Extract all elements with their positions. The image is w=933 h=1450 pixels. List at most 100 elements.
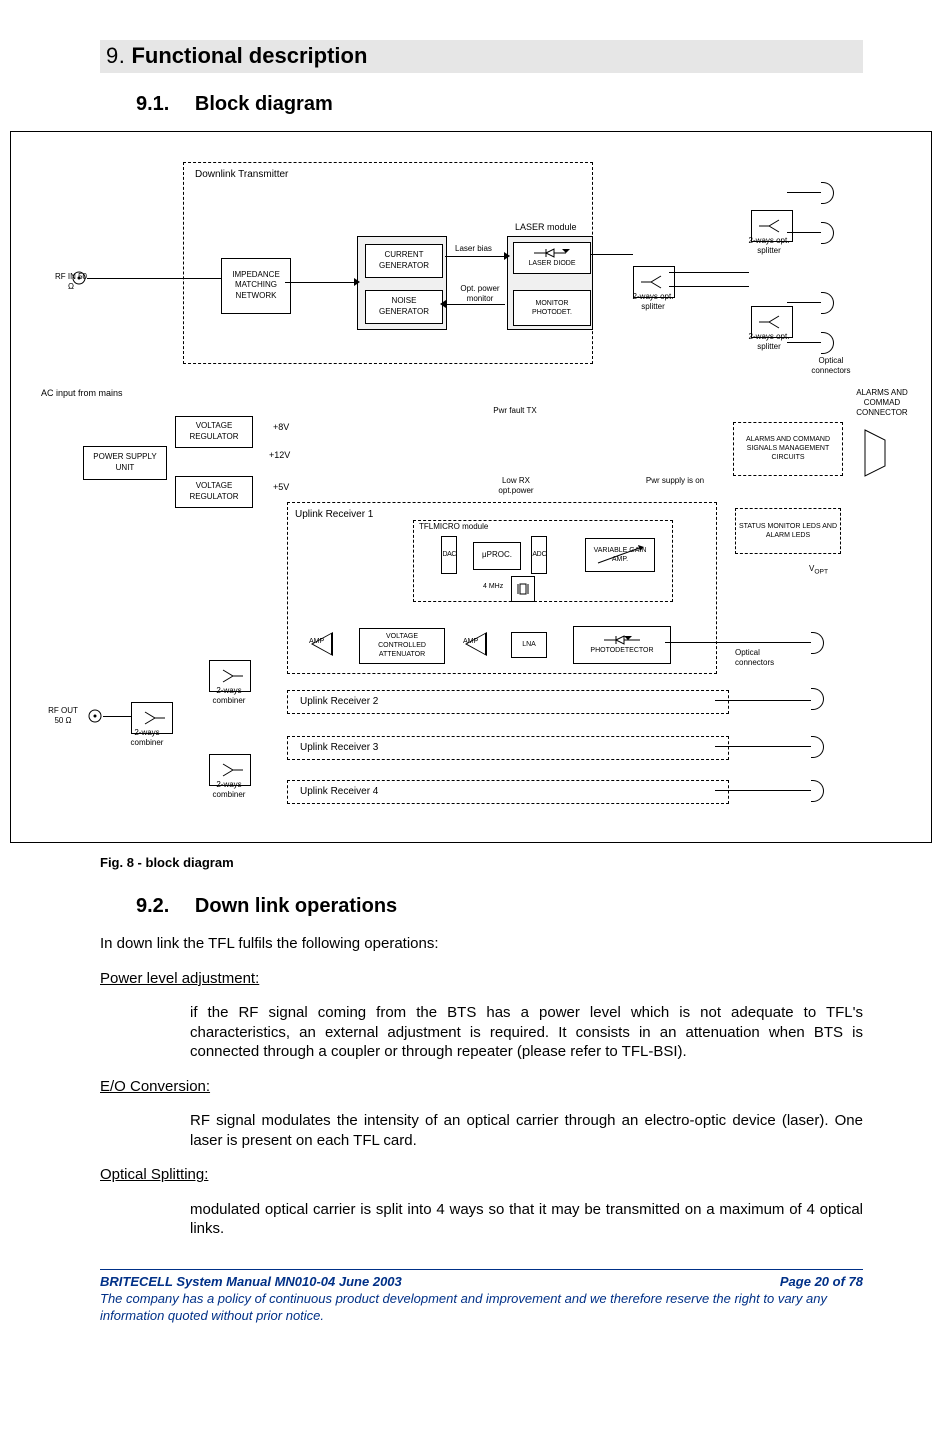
uplink2-label: Uplink Receiver 2 <box>300 695 378 708</box>
mhz4-label: 4 MHz <box>483 582 503 591</box>
splitter-top-label: 2-ways opt. splitter <box>741 236 797 257</box>
ac-input-label: AC input from mains <box>41 388 123 400</box>
uplink3-label: Uplink Receiver 3 <box>300 741 378 754</box>
optical-connector-icon <box>811 632 824 654</box>
alarms-mgmt-box: ALARMS AND COMMAND SIGNALS MANAGEMENT CI… <box>733 422 843 476</box>
monitor-photodet-box: MONITOR PHOTODET. <box>513 290 591 326</box>
lna-box: LNA <box>511 632 547 658</box>
section-title: Functional description <box>131 43 367 68</box>
wire <box>715 746 811 747</box>
optical-connector-icon <box>811 688 824 710</box>
uplink2-box: Uplink Receiver 2 <box>287 690 729 714</box>
uplink1-label: Uplink Receiver 1 <box>295 508 373 521</box>
laser-diode-box: LASER DIODE <box>513 242 591 274</box>
v12-label: +12V <box>269 450 290 462</box>
photodetector-box: PHOTODETECTOR <box>573 626 671 664</box>
wire <box>787 192 821 193</box>
laser-bias-label: Laser bias <box>455 244 492 254</box>
optical-connector-icon <box>821 222 834 244</box>
os-body: modulated optical carrier is split into … <box>190 1200 863 1239</box>
crystal-box <box>511 576 535 602</box>
wire <box>285 282 355 283</box>
status-leds-label: STATUS MONITOR LEDS AND ALARM LEDS <box>738 522 838 540</box>
photodet-label: PHOTODETECTOR <box>590 646 653 655</box>
subsection-number: 9.1. <box>136 93 169 115</box>
splitter-icon <box>757 312 787 332</box>
psu-box: POWER SUPPLY UNIT <box>83 446 167 480</box>
varamp-box: VARIABLE GAIN AMP. <box>585 538 655 572</box>
rf-out-label: RF OUT 50 Ω <box>43 706 83 727</box>
subsection-heading: 9.2. Down link operations <box>136 893 863 919</box>
adc-box: A D C <box>531 536 547 574</box>
status-leds-box: STATUS MONITOR LEDS AND ALARM LEDS <box>735 508 841 554</box>
pwr-fault-label: Pwr fault TX <box>491 406 539 416</box>
splitter-icon <box>757 216 787 236</box>
uplink4-label: Uplink Receiver 4 <box>300 785 378 798</box>
pwr-on-label: Pwr supply is on <box>645 476 705 486</box>
wire <box>87 278 221 279</box>
pla-heading: Power level adjustment: <box>100 969 863 989</box>
wire <box>669 272 749 273</box>
optical-connector-icon <box>821 332 834 354</box>
vopt-label: VOPT <box>809 564 828 577</box>
varamp-icon <box>590 543 650 567</box>
optical-conn-label2: Optical connectors <box>735 648 795 669</box>
uproc-box: μPROC. <box>473 542 521 570</box>
footer-doc-title: BRITECELL System Manual MN010-04 June 20… <box>100 1274 402 1291</box>
v8-label: +8V <box>273 422 289 434</box>
vreg2-box: VOLTAGE REGULATOR <box>175 476 253 508</box>
combiner-icon <box>137 708 167 728</box>
footer-disclaimer: The company has a policy of continuous p… <box>100 1291 863 1325</box>
uplink3-box: Uplink Receiver 3 <box>287 736 729 760</box>
wire <box>715 790 811 791</box>
os-heading: Optical Splitting: <box>100 1165 863 1185</box>
section-heading: 9. Functional description <box>100 40 863 73</box>
subsection-title: Block diagram <box>195 93 333 115</box>
page-footer: BRITECELL System Manual MN010-04 June 20… <box>100 1274 863 1325</box>
combiner2-label: 2-ways combiner <box>123 728 171 749</box>
photodiode-icon <box>602 634 642 646</box>
wire <box>103 716 131 717</box>
low-rx-label: Low RX opt.power <box>491 476 541 497</box>
wire <box>787 232 821 233</box>
pla-body: if the RF signal coming from the BTS has… <box>190 1003 863 1062</box>
optical-connector-icon <box>821 182 834 204</box>
wire <box>787 302 821 303</box>
downlink-tx-label: Downlink Transmitter <box>195 168 288 181</box>
subsection-title: Down link operations <box>195 895 397 917</box>
block-diagram: Downlink Transmitter RF IN 50 Ω IMPEDANC… <box>10 131 932 843</box>
optical-connector-icon <box>821 292 834 314</box>
figure-caption: Fig. 8 - block diagram <box>100 855 863 872</box>
combiner1-label: 2-ways combiner <box>205 686 253 707</box>
optical-connector-icon <box>811 780 824 802</box>
crystal-icon <box>516 582 530 596</box>
optical-conn-label: Optical connectors <box>801 356 861 377</box>
alarms-conn-label: ALARMS AND COMMAD CONNECTOR <box>847 388 917 419</box>
uplink4-box: Uplink Receiver 4 <box>287 780 729 804</box>
wire <box>669 286 749 287</box>
vca-box: VOLTAGE CONTROLLED ATTENUATOR <box>359 628 445 664</box>
wire <box>787 342 821 343</box>
combiner-icon <box>215 760 245 780</box>
intro-text: In down link the TFL fulfils the followi… <box>100 934 863 954</box>
wire <box>665 642 811 643</box>
tflmicro-label: TFLMICRO module <box>419 522 488 532</box>
noise-gen-box: NOISE GENERATOR <box>365 290 443 324</box>
vreg1-box: VOLTAGE REGULATOR <box>175 416 253 448</box>
v5-label: +5V <box>273 482 289 494</box>
alarms-mgmt-label: ALARMS AND COMMAND SIGNALS MANAGEMENT CI… <box>736 435 840 462</box>
laser-diode-label: LASER DIODE <box>528 259 575 268</box>
section-number: 9. <box>106 43 125 68</box>
amp2-label: AMP <box>463 637 478 646</box>
amp1-label: AMP <box>309 637 324 646</box>
coax-icon <box>71 270 87 286</box>
wire <box>715 700 811 701</box>
splitter-main-label: 2-ways opt. splitter <box>625 292 681 313</box>
current-gen-box: CURRENT GENERATOR <box>365 244 443 278</box>
combiner3-label: 2-ways combiner <box>205 780 253 801</box>
footer-rule <box>100 1269 863 1270</box>
splitter-icon <box>639 272 669 292</box>
footer-page-number: Page 20 of 78 <box>780 1274 863 1291</box>
coax-icon <box>87 708 103 724</box>
subsection-number: 9.2. <box>136 895 169 917</box>
